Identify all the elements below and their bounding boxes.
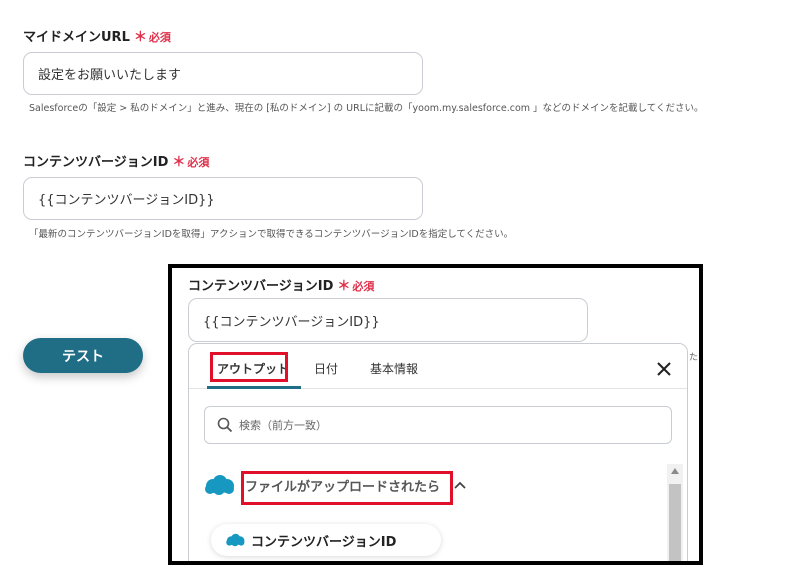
search-icon — [217, 417, 233, 433]
inset-content-version-id-input[interactable]: {{コンテンツバージョンID}} — [188, 298, 588, 342]
inset-label-text: コンテンツバージョンID — [188, 279, 334, 294]
salesforce-cloud-icon — [226, 533, 245, 547]
tab-date[interactable]: 日付 — [314, 360, 338, 377]
content-version-id-value: {{コンテンツバージョンID}} — [38, 193, 215, 208]
output-item-content-version-id[interactable]: コンテンツバージョンID — [211, 524, 441, 556]
highlight-box-group-title — [241, 471, 453, 505]
output-item-label: コンテンツバージョンID — [251, 534, 397, 550]
content-version-id-label: コンテンツバージョンID ＊必須 — [23, 151, 209, 170]
required-badge: 必須 — [352, 280, 375, 293]
domain-url-input[interactable]: 設定をお願いいたします — [23, 52, 423, 95]
picker-scrollbar[interactable] — [667, 464, 683, 561]
required-badge: 必須 — [187, 156, 210, 169]
chevron-up-icon[interactable] — [454, 481, 466, 489]
scrollbar-thumb[interactable] — [669, 484, 681, 561]
inset-field-label: コンテンツバージョンID ＊必須 — [188, 275, 374, 294]
close-icon[interactable] — [655, 360, 673, 378]
required-asterisk: ＊ — [172, 155, 186, 170]
variable-picker-panel: アウトプット 日付 基本情報 検索（前方一致） ファイルがアップロードされたら … — [188, 343, 688, 561]
truncated-hint-char: た — [689, 353, 699, 363]
zoom-inset: コンテンツバージョンID ＊必須 {{コンテンツバージョンID}} た アウトプッ… — [168, 264, 703, 565]
domain-url-label-text: マイドメインURL — [23, 30, 130, 45]
picker-tabs: アウトプット 日付 基本情報 — [189, 344, 687, 389]
domain-url-label: マイドメインURL ＊必須 — [23, 26, 171, 45]
highlight-box-output-tab — [210, 352, 288, 382]
inset-content-version-id-value: {{コンテンツバージョンID}} — [203, 314, 380, 330]
active-tab-indicator — [207, 386, 301, 389]
domain-url-hint: Salesforceの「設定 > 私のドメイン」と進み、現在の [私のドメイン]… — [29, 103, 704, 114]
salesforce-cloud-icon — [205, 475, 234, 495]
tab-basic-info[interactable]: 基本情報 — [370, 360, 418, 377]
required-asterisk: ＊ — [133, 30, 147, 45]
scroll-up-arrow-icon[interactable] — [671, 468, 679, 474]
content-version-id-label-text: コンテンツバージョンID — [23, 155, 169, 170]
content-version-id-hint: 「最新のコンテンツバージョンIDを取得」アクションで取得できるコンテンツバージョ… — [29, 229, 514, 240]
content-version-id-input[interactable]: {{コンテンツバージョンID}} — [23, 177, 423, 220]
test-button[interactable]: テスト — [23, 338, 143, 373]
domain-url-value: 設定をお願いいたします — [38, 68, 182, 83]
picker-search-input[interactable]: 検索（前方一致） — [204, 406, 672, 444]
search-placeholder: 検索（前方一致） — [239, 419, 327, 432]
required-asterisk: ＊ — [337, 279, 351, 294]
required-badge: 必須 — [148, 31, 171, 44]
